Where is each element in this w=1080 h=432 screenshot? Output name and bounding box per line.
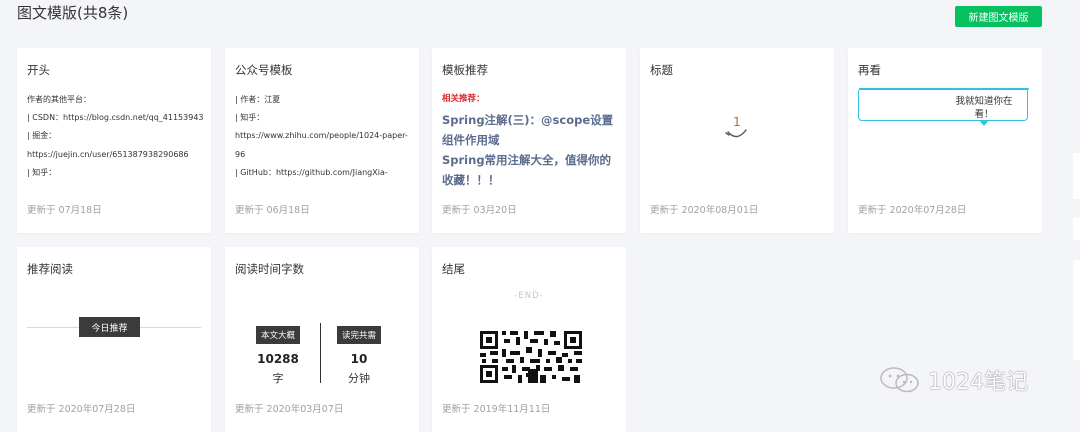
heading-number-decoration: 1 (722, 112, 752, 142)
card-title: 公众号模板 (235, 63, 293, 77)
preview-line: | 作者：江夏 (235, 95, 281, 104)
bubble-text: 我就知道你在看！ (955, 96, 1013, 120)
preview-line: https://www.zhihu.com/people/1024-paper- (235, 131, 408, 141)
card-title: 再看 (858, 63, 881, 77)
article-link: Spring常用注解大全，值得你的收藏！！！ (442, 153, 612, 187)
card-updated-date: 更新于 2020年08月01日 (650, 205, 759, 216)
card-updated-date: 更新于 2020年03月07日 (235, 404, 344, 415)
preview-line: https://juejin.cn/user/651387938290686 (27, 149, 189, 159)
article-link: Spring注解(三)：@scope设置组件作用域 (442, 113, 614, 147)
card-updated-date: 更新于 06月18日 (235, 205, 310, 216)
stat-value: 10 (350, 352, 368, 366)
qr-code-icon (478, 329, 584, 385)
preview-line: | 知乎： (27, 167, 57, 177)
template-card-official-account[interactable]: 公众号模板 | 作者：江夏 | 知乎： https://www.zhihu.co… (225, 48, 419, 233)
page-title: 图文模版(共8条) (17, 4, 129, 22)
side-panel-edge[interactable] (1073, 260, 1080, 360)
stat-tag: 读完共需 (336, 326, 381, 344)
card-title: 开头 (27, 63, 50, 77)
template-card-reading-time[interactable]: 阅读时间字数 本文大概 10288 字 读完共需 10 分钟 更新于 2020年… (225, 247, 419, 432)
stat-unit: 字 (272, 372, 284, 385)
stat-tag: 本文大概 (255, 326, 300, 344)
card-preview: 作者的其他平台： | CSDN：https://blog.csdn.net/qq… (27, 91, 205, 183)
stat-unit: 分钟 (348, 372, 370, 385)
wechat-logo-icon (880, 367, 919, 393)
card-updated-date: 更新于 07月18日 (27, 205, 102, 216)
card-title: 模板推荐 (442, 63, 488, 77)
card-updated-date: 更新于 2020年07月28日 (858, 205, 967, 216)
reading-time-stat: 读完共需 10 分钟 (329, 323, 389, 386)
stat-value: 10288 (257, 352, 299, 366)
word-count-stat: 本文大概 10288 字 (248, 323, 308, 386)
watermark-text: 1024笔记 (928, 370, 1028, 395)
bubble-border (859, 88, 1029, 90)
template-card-opening[interactable]: 开头 作者的其他平台： | CSDN：https://blog.csdn.net… (17, 48, 211, 233)
template-card-ending[interactable]: 结尾 -END- 更新于 2019年11月11日 (432, 247, 626, 432)
preview-line: | CSDN：https://blog.csdn.net/qq_41153943 (27, 113, 204, 123)
card-title: 推荐阅读 (27, 262, 73, 276)
card-preview: | 作者：江夏 | 知乎： https://www.zhihu.com/peop… (235, 91, 413, 183)
template-card-look-again[interactable]: 再看 我就知道你在看！ 更新于 2020年07月28日 (848, 48, 1042, 233)
template-card-recommendation[interactable]: 模板推荐 相关推荐： Spring注解(三)：@scope设置组件作用域 Spr… (432, 48, 626, 233)
preview-line: 作者的其他平台： (27, 95, 91, 104)
today-recommend-tag: 今日推荐 (79, 317, 140, 337)
card-preview: 相关推荐： Spring注解(三)：@scope设置组件作用域 Spring常用… (442, 92, 616, 188)
preview-line: | GitHub：https://github.com/JiangXia- (235, 167, 388, 177)
preview-line: | 知乎： (235, 113, 265, 123)
card-updated-date: 更新于 03月20日 (442, 205, 517, 216)
card-updated-date: 更新于 2019年11月11日 (442, 404, 551, 415)
side-panel-edge[interactable] (1073, 153, 1080, 199)
end-mark: -END- (514, 291, 544, 301)
card-title: 阅读时间字数 (235, 262, 304, 276)
card-updated-date: 更新于 2020年07月28日 (27, 404, 136, 415)
preview-line: 96 (235, 149, 246, 159)
new-template-button[interactable]: 新建图文模版 (955, 6, 1042, 27)
template-card-recommended-reading[interactable]: 推荐阅读 今日推荐 更新于 2020年07月28日 (17, 247, 211, 432)
arc-icon (725, 129, 747, 138)
side-panel-edge[interactable] (1073, 218, 1080, 240)
bubble-tail (979, 120, 989, 126)
stat-divider (320, 323, 321, 383)
card-title: 标题 (650, 63, 673, 77)
preview-line: | 掘金： (27, 131, 57, 141)
speech-bubble: 我就知道你在看！ (858, 88, 1029, 121)
card-title: 结尾 (442, 262, 465, 276)
related-label: 相关推荐： (442, 94, 485, 104)
template-card-heading[interactable]: 标题 1 更新于 2020年08月01日 (640, 48, 834, 233)
